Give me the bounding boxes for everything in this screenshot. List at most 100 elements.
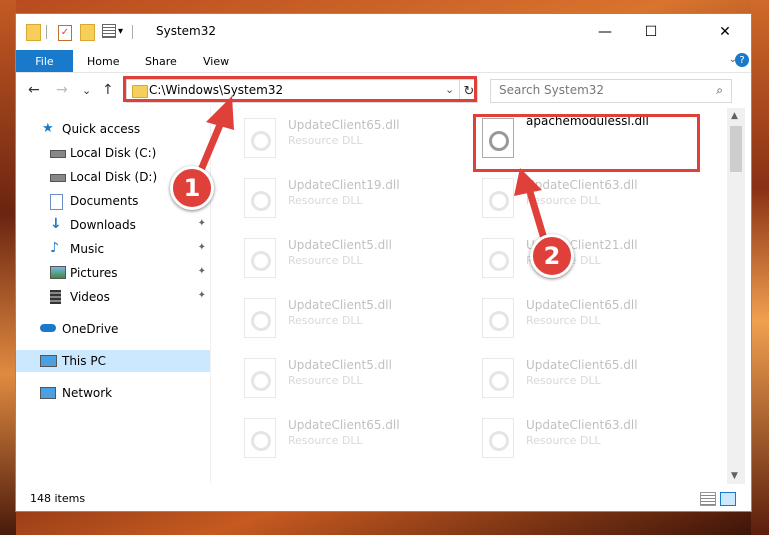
step-1-badge: 1 <box>170 166 214 210</box>
window-title: System32 <box>156 24 217 38</box>
customize-qa-icon[interactable] <box>102 24 116 42</box>
videos-icon <box>50 290 61 304</box>
dll-file-icon <box>482 178 514 218</box>
sidebar-item-network[interactable]: Network <box>16 382 210 404</box>
file-name: UpdateClient65.dll <box>288 118 400 132</box>
sidebar-item-local-disk-c[interactable]: Local Disk (C:) <box>16 142 210 164</box>
file-type: Resource DLL <box>288 254 363 267</box>
file-type: Resource DLL <box>288 314 363 327</box>
qa-divider <box>132 25 133 39</box>
properties-icon[interactable]: ✓ <box>58 24 72 41</box>
music-icon: ♪ <box>50 240 59 256</box>
scroll-up-icon[interactable]: ▲ <box>731 111 738 121</box>
sidebar-item-label: Quick access <box>62 122 141 136</box>
file-item[interactable]: UpdateClient65.dll Resource DLL <box>232 112 462 164</box>
file-name: UpdateClient5.dll <box>288 298 392 312</box>
file-item[interactable]: UpdateClient63.dll Resource DLL <box>470 172 700 224</box>
file-name: UpdateClient19.dll <box>288 178 400 192</box>
file-item[interactable]: UpdateClient5.dll Resource DLL <box>232 292 462 344</box>
qa-dropdown-icon[interactable]: ▾ <box>118 26 123 37</box>
file-item[interactable]: UpdateClient5.dll Resource DLL <box>232 232 462 284</box>
dll-file-icon <box>244 118 276 158</box>
dll-file-icon <box>244 298 276 338</box>
search-icon[interactable]: ⌕ <box>716 83 723 98</box>
sidebar-item-label: Downloads <box>70 218 136 232</box>
dll-file-icon <box>244 238 276 278</box>
sidebar-item-label: Videos <box>70 290 110 304</box>
sidebar-item-label: Pictures <box>70 266 118 280</box>
back-button[interactable]: ← <box>28 82 40 98</box>
recent-locations-button[interactable]: ⌄ <box>82 84 91 97</box>
item-count: 148 items <box>30 492 86 505</box>
scrollbar-thumb[interactable] <box>730 126 742 172</box>
tab-share[interactable]: Share <box>145 50 177 72</box>
file-explorer-window: ✓ ▾ System32 — ☐ ✕ File Home Share View … <box>16 14 751 511</box>
dll-file-icon <box>244 178 276 218</box>
minimize-button[interactable]: — <box>582 18 628 46</box>
network-icon <box>40 387 56 399</box>
file-type: Resource DLL <box>288 194 363 207</box>
sidebar-item-label: Network <box>62 386 113 400</box>
file-type: Resource DLL <box>526 434 601 447</box>
tab-file[interactable]: File <box>16 50 73 72</box>
pictures-icon <box>50 266 66 279</box>
folder-icon <box>26 24 41 45</box>
dll-file-icon <box>482 418 514 458</box>
pin-icon[interactable]: ✦ <box>198 290 206 301</box>
file-type: Resource DLL <box>288 434 363 447</box>
file-item[interactable]: UpdateClient65.dll Resource DLL <box>470 352 700 404</box>
dll-file-icon <box>482 358 514 398</box>
drive-icon <box>50 150 66 158</box>
file-name: UpdateClient65.dll <box>526 358 638 372</box>
dll-file-icon <box>482 238 514 278</box>
sidebar-item-pictures[interactable]: Pictures ✦ <box>16 262 210 284</box>
details-view-icon[interactable] <box>700 492 716 506</box>
tab-home[interactable]: Home <box>87 50 119 72</box>
sidebar-item-label: OneDrive <box>62 322 119 336</box>
ribbon-tabs: File Home Share View ⌄ ? <box>16 50 751 73</box>
tab-view[interactable]: View <box>203 50 229 72</box>
navigation-bar: ← → ⌄ ↑ C:\Windows\System32 ⌄ ↻ Search S… <box>16 74 751 106</box>
close-button[interactable]: ✕ <box>702 18 748 46</box>
file-item[interactable]: UpdateClient21.dll Resource DLL <box>470 232 700 284</box>
file-item[interactable]: UpdateClient65.dll Resource DLL <box>232 412 462 464</box>
maximize-button[interactable]: ☐ <box>628 18 674 46</box>
vertical-scrollbar[interactable]: ▲ ▼ <box>727 108 745 484</box>
download-icon: ↓ <box>50 216 62 232</box>
file-type: Resource DLL <box>288 134 363 147</box>
documents-icon <box>50 194 63 210</box>
file-highlight-box <box>473 114 700 172</box>
sidebar-item-label: Local Disk (D:) <box>70 170 158 184</box>
file-type: Resource DLL <box>526 314 601 327</box>
up-button[interactable]: ↑ <box>102 82 114 98</box>
star-icon: ★ <box>42 121 54 136</box>
search-placeholder: Search System32 <box>499 83 605 97</box>
search-input[interactable]: Search System32 ⌕ <box>490 79 732 103</box>
file-type: Resource DLL <box>526 374 601 387</box>
sidebar-item-label: This PC <box>62 354 106 368</box>
file-item[interactable]: UpdateClient65.dll Resource DLL <box>470 292 700 344</box>
file-name: UpdateClient5.dll <box>288 358 392 372</box>
forward-button[interactable]: → <box>56 82 68 98</box>
sidebar-item-videos[interactable]: Videos ✦ <box>16 286 210 308</box>
pin-icon[interactable]: ✦ <box>198 242 206 253</box>
pin-icon[interactable]: ✦ <box>198 266 206 277</box>
sidebar-item-downloads[interactable]: ↓ Downloads ✦ <box>16 214 210 236</box>
file-item[interactable]: UpdateClient19.dll Resource DLL <box>232 172 462 224</box>
file-name: UpdateClient65.dll <box>526 298 638 312</box>
sidebar-item-this-pc[interactable]: This PC <box>16 350 210 372</box>
drive-icon <box>50 174 66 182</box>
large-icons-view-icon[interactable] <box>720 492 736 506</box>
qa-divider <box>46 25 47 39</box>
scroll-down-icon[interactable]: ▼ <box>731 471 738 481</box>
sidebar-item-onedrive[interactable]: OneDrive <box>16 318 210 340</box>
new-folder-icon[interactable] <box>80 24 95 45</box>
pin-icon[interactable]: ✦ <box>198 218 206 229</box>
file-item[interactable]: UpdateClient63.dll Resource DLL <box>470 412 700 464</box>
pane-divider <box>210 106 211 483</box>
file-item[interactable]: UpdateClient5.dll Resource DLL <box>232 352 462 404</box>
sidebar-item-quick-access[interactable]: ★ Quick access <box>16 118 210 140</box>
address-highlight-box <box>123 76 477 102</box>
help-icon[interactable]: ? <box>735 53 749 67</box>
sidebar-item-music[interactable]: ♪ Music ✦ <box>16 238 210 260</box>
